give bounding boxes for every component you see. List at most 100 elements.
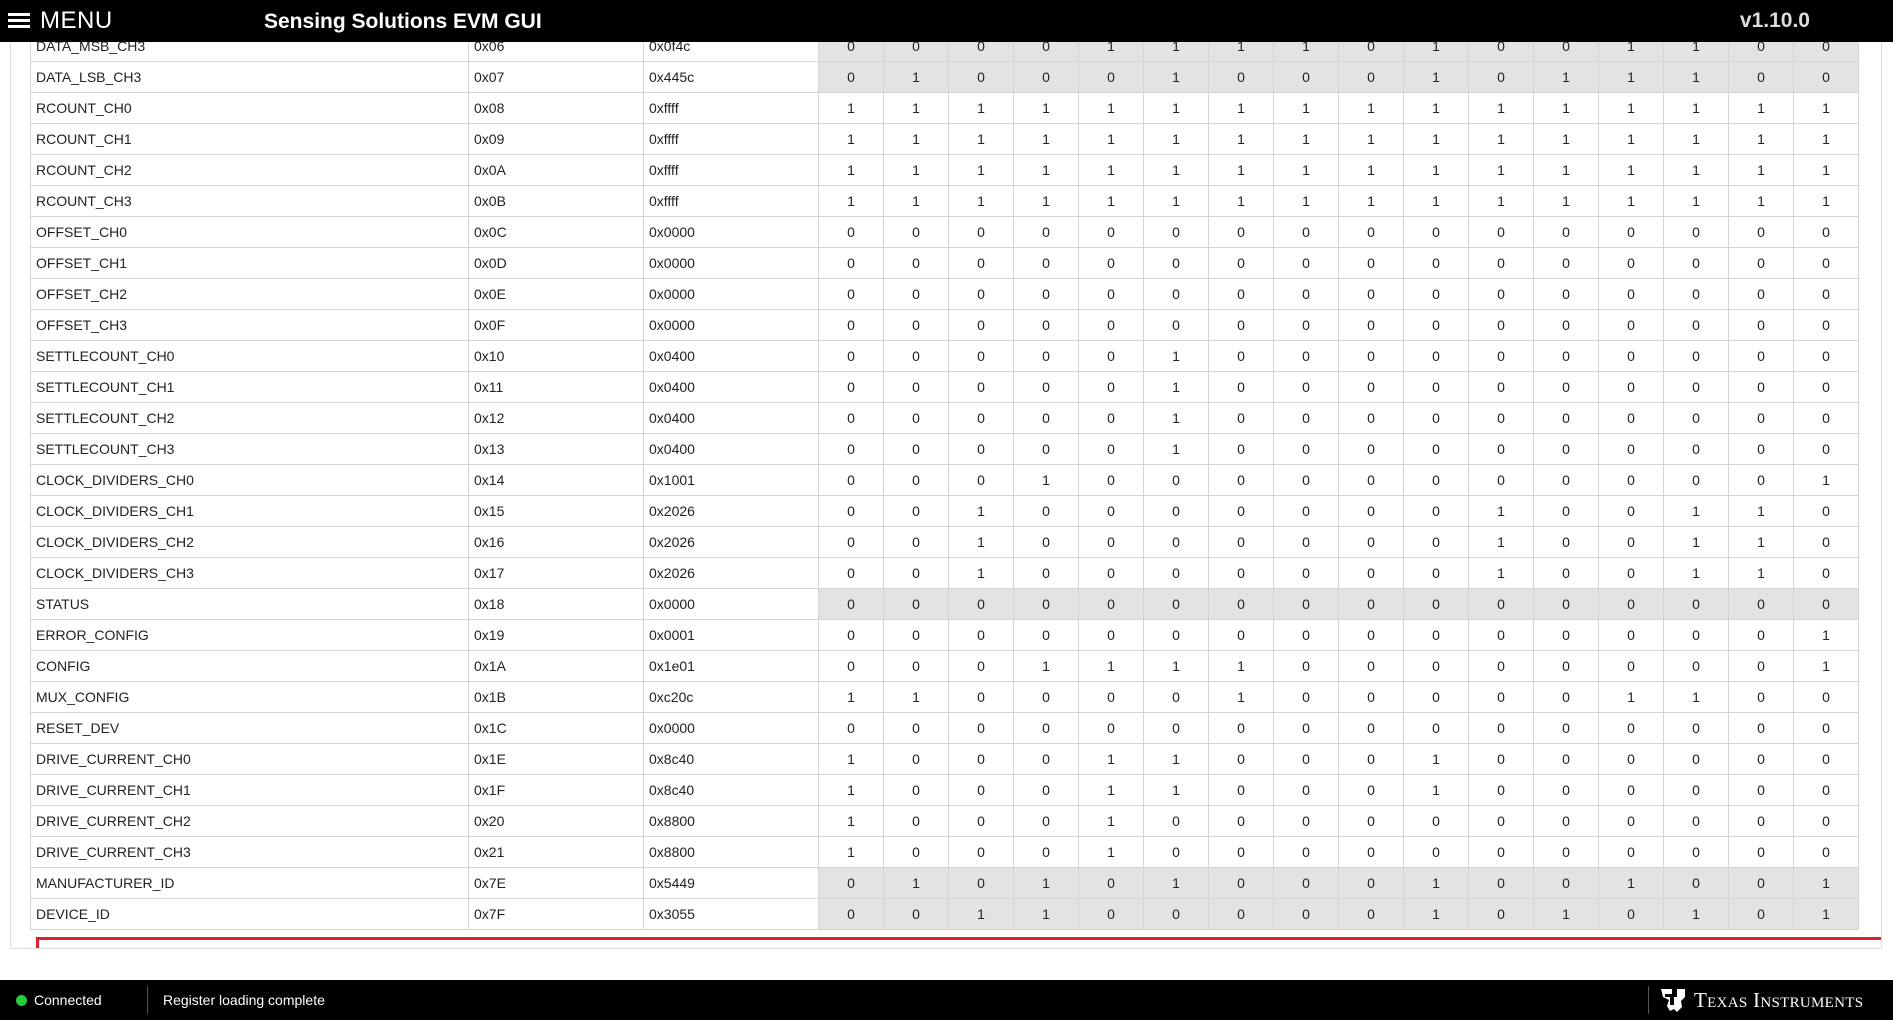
register-bit[interactable]: 1 <box>1728 92 1794 124</box>
register-value[interactable]: 0x0000 <box>643 216 819 248</box>
register-bit[interactable]: 1 <box>1663 681 1729 713</box>
register-bit[interactable]: 1 <box>883 92 949 124</box>
register-bit[interactable]: 0 <box>883 309 949 341</box>
register-bit[interactable]: 0 <box>1208 340 1274 372</box>
register-bit[interactable]: 0 <box>818 433 884 465</box>
register-bit[interactable]: 0 <box>948 619 1014 651</box>
register-bit[interactable]: 0 <box>1598 743 1664 775</box>
register-bit[interactable]: 0 <box>818 557 884 589</box>
register-bit[interactable]: 1 <box>883 123 949 155</box>
register-bit[interactable]: 0 <box>818 619 884 651</box>
register-bit[interactable]: 1 <box>818 836 884 868</box>
register-value[interactable]: 0xffff <box>643 185 819 217</box>
register-bit[interactable]: 0 <box>1208 309 1274 341</box>
register-bit[interactable]: 0 <box>1403 402 1469 434</box>
register-bit[interactable]: 0 <box>1728 650 1794 682</box>
register-bit[interactable]: 0 <box>948 743 1014 775</box>
register-bit[interactable]: 0 <box>1143 309 1209 341</box>
register-bit[interactable]: 0 <box>1598 464 1664 496</box>
register-value[interactable]: 0x8c40 <box>643 774 819 806</box>
register-bit[interactable]: 0 <box>1533 433 1599 465</box>
register-bit[interactable]: 1 <box>1728 123 1794 155</box>
register-bit[interactable]: 0 <box>1273 557 1339 589</box>
register-value[interactable]: 0x3055 <box>643 898 819 930</box>
register-bit[interactable]: 0 <box>1338 402 1404 434</box>
register-value[interactable]: 0x0000 <box>643 309 819 341</box>
register-bit[interactable]: 1 <box>1793 92 1859 124</box>
register-bit[interactable]: 0 <box>948 774 1014 806</box>
register-bit[interactable]: 0 <box>1468 464 1534 496</box>
register-bit[interactable]: 0 <box>1468 774 1534 806</box>
register-bit[interactable]: 1 <box>1273 92 1339 124</box>
register-bit[interactable]: 1 <box>1403 743 1469 775</box>
register-bit[interactable]: 0 <box>1728 464 1794 496</box>
register-bit[interactable]: 1 <box>883 185 949 217</box>
register-bit[interactable]: 0 <box>1533 743 1599 775</box>
register-bit[interactable]: 1 <box>1663 526 1729 558</box>
register-bit[interactable]: 0 <box>1013 247 1079 279</box>
register-bit[interactable]: 0 <box>1338 340 1404 372</box>
register-bit[interactable]: 1 <box>1468 123 1534 155</box>
register-value[interactable]: 0x2026 <box>643 526 819 558</box>
register-bit[interactable]: 0 <box>1338 371 1404 403</box>
register-bit[interactable]: 0 <box>1143 681 1209 713</box>
register-bit[interactable]: 1 <box>818 185 884 217</box>
register-bit[interactable]: 0 <box>948 805 1014 837</box>
register-bit[interactable]: 0 <box>1273 464 1339 496</box>
register-bit[interactable]: 0 <box>1273 774 1339 806</box>
register-bit[interactable]: 0 <box>1273 278 1339 310</box>
register-bit[interactable]: 1 <box>1078 650 1144 682</box>
register-bit[interactable]: 1 <box>1728 185 1794 217</box>
register-bit[interactable]: 0 <box>1663 278 1729 310</box>
register-bit[interactable]: 0 <box>1338 774 1404 806</box>
register-bit[interactable]: 1 <box>1273 185 1339 217</box>
register-bit[interactable]: 0 <box>1793 557 1859 589</box>
register-bit[interactable]: 0 <box>948 464 1014 496</box>
register-bit[interactable]: 0 <box>883 402 949 434</box>
register-bit[interactable]: 1 <box>1663 557 1729 589</box>
register-bit[interactable]: 0 <box>1598 650 1664 682</box>
register-bit[interactable]: 1 <box>1338 185 1404 217</box>
register-bit[interactable]: 0 <box>1078 216 1144 248</box>
register-bit[interactable]: 0 <box>883 805 949 837</box>
register-bit[interactable]: 0 <box>1403 619 1469 651</box>
register-bit[interactable]: 1 <box>1598 681 1664 713</box>
register-bit[interactable]: 0 <box>1013 371 1079 403</box>
register-bit[interactable]: 0 <box>1013 526 1079 558</box>
register-bit[interactable]: 0 <box>1078 402 1144 434</box>
register-bit[interactable]: 0 <box>1078 526 1144 558</box>
register-value[interactable]: 0xffff <box>643 154 819 186</box>
register-bit[interactable]: 0 <box>1468 309 1534 341</box>
register-bit[interactable]: 0 <box>1273 619 1339 651</box>
register-bit[interactable]: 0 <box>1533 464 1599 496</box>
register-bit[interactable]: 1 <box>1078 743 1144 775</box>
register-bit[interactable]: 0 <box>1468 340 1534 372</box>
register-value[interactable]: 0x2026 <box>643 495 819 527</box>
register-bit[interactable]: 0 <box>1273 433 1339 465</box>
register-bit[interactable]: 0 <box>1078 619 1144 651</box>
register-bit[interactable]: 0 <box>1403 712 1469 744</box>
register-bit[interactable]: 0 <box>1533 681 1599 713</box>
register-bit[interactable]: 0 <box>883 495 949 527</box>
register-bit[interactable]: 0 <box>1663 712 1729 744</box>
register-value[interactable]: 0x0000 <box>643 588 819 620</box>
register-bit[interactable]: 0 <box>1143 247 1209 279</box>
register-bit[interactable]: 0 <box>1013 774 1079 806</box>
register-bit[interactable]: 0 <box>883 836 949 868</box>
register-bit[interactable]: 0 <box>1013 433 1079 465</box>
register-bit[interactable]: 1 <box>818 92 884 124</box>
register-bit[interactable]: 0 <box>1273 836 1339 868</box>
register-value[interactable]: 0x0000 <box>643 712 819 744</box>
register-bit[interactable]: 1 <box>1208 681 1274 713</box>
register-bit[interactable]: 0 <box>948 340 1014 372</box>
register-bit[interactable]: 0 <box>1143 526 1209 558</box>
register-bit[interactable]: 0 <box>1598 712 1664 744</box>
register-bit[interactable]: 0 <box>1273 340 1339 372</box>
register-value[interactable]: 0xffff <box>643 92 819 124</box>
register-value[interactable]: 0x0f4c <box>643 42 819 62</box>
register-bit[interactable]: 0 <box>948 247 1014 279</box>
register-bit[interactable]: 0 <box>1078 309 1144 341</box>
register-bit[interactable]: 0 <box>1208 495 1274 527</box>
register-bit[interactable]: 0 <box>1598 526 1664 558</box>
register-bit[interactable]: 0 <box>1338 247 1404 279</box>
